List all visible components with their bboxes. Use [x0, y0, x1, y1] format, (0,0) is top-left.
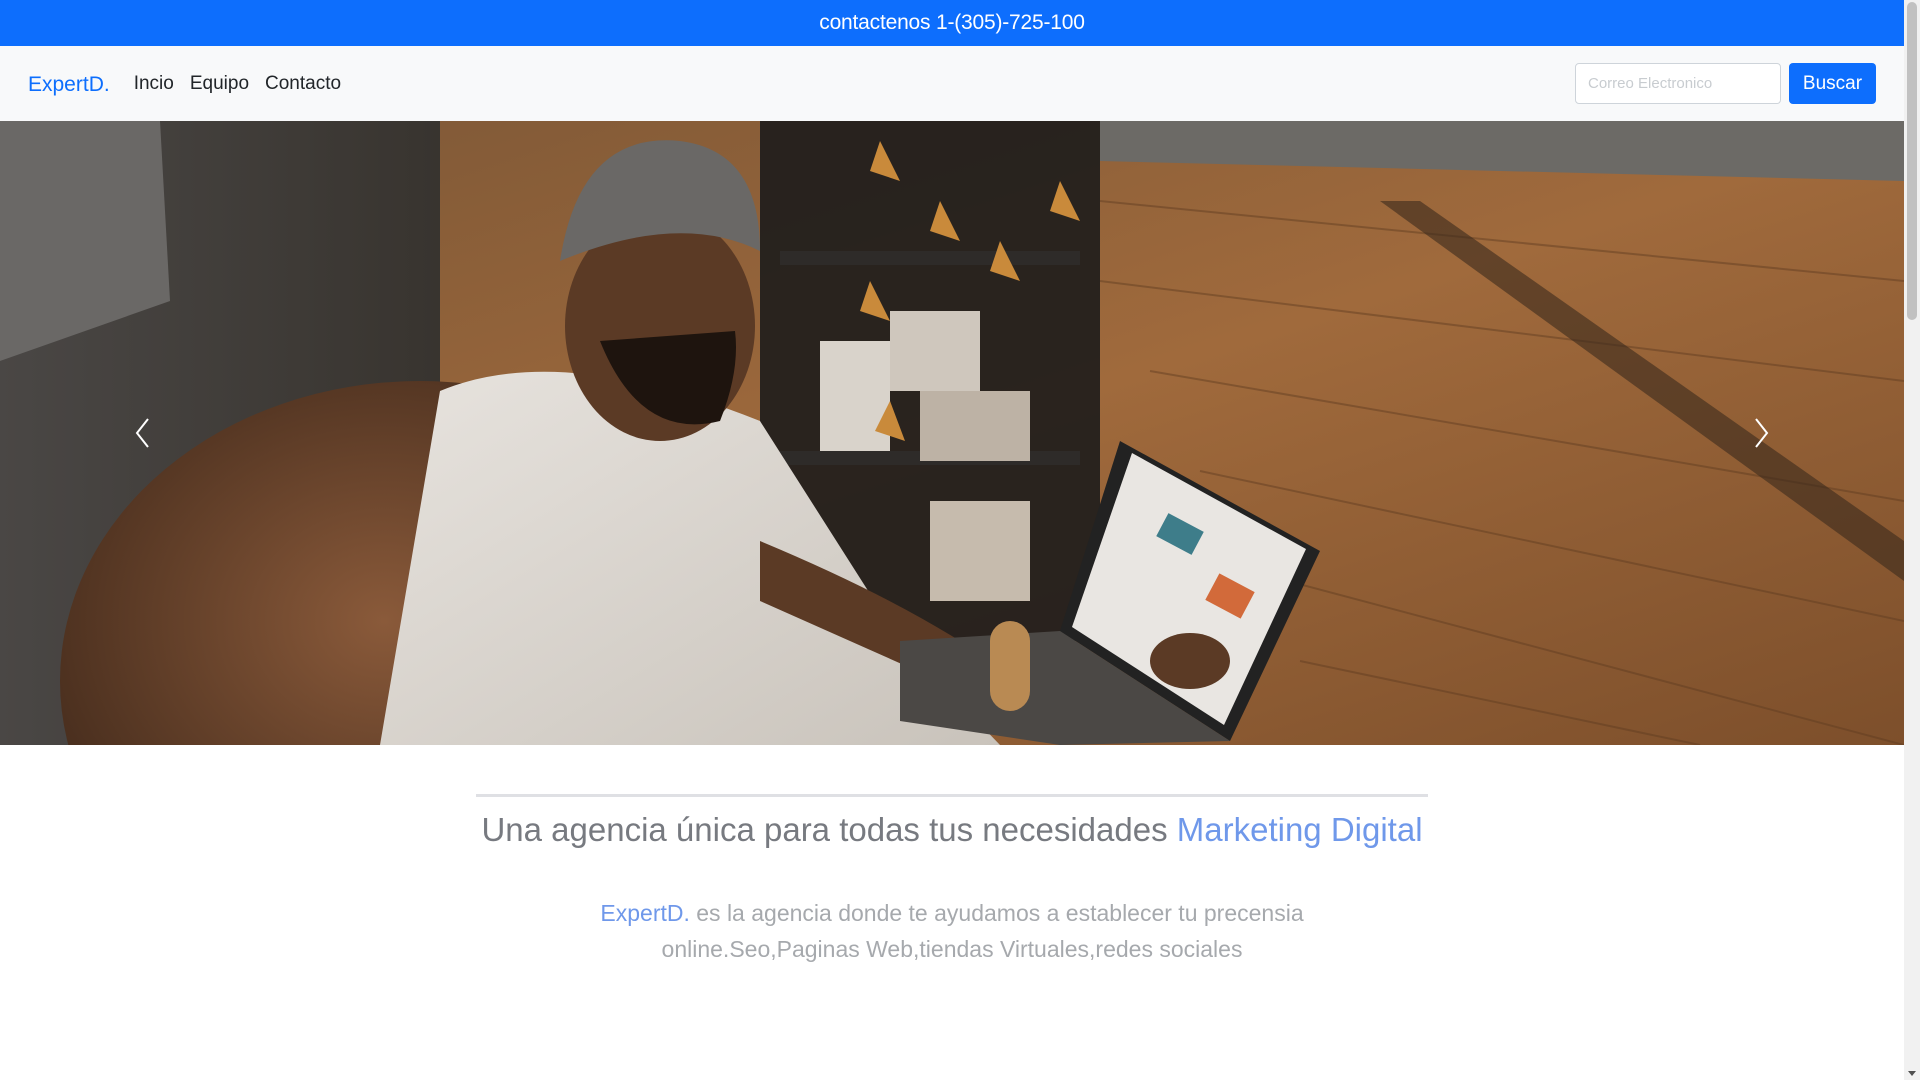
email-search-input[interactable] [1575, 63, 1781, 104]
nav-link-equipo[interactable]: Equipo [190, 73, 249, 95]
page-scrollbar[interactable] [1904, 0, 1920, 1080]
intro-text: es la agencia donde te ayudamos a establ… [661, 900, 1304, 962]
intro-brand: ExpertD. [600, 900, 690, 926]
navbar: ExpertD. Incio Equipo Contacto Buscar [0, 46, 1904, 121]
carousel-prev-button[interactable] [0, 121, 286, 745]
nav-link-inicio[interactable]: Incio [134, 73, 174, 95]
headline-accent: Marketing Digital [1176, 811, 1423, 848]
brand-logo[interactable]: ExpertD. [28, 73, 110, 97]
contact-text: contactenos 1-(305)-725-100 [819, 11, 1085, 34]
intro-paragraph: ExpertD. es la agencia donde te ayudamos… [542, 895, 1362, 967]
contact-topbar: contactenos 1-(305)-725-100 [0, 0, 1904, 46]
scroll-down-arrow-icon[interactable] [1908, 1071, 1916, 1076]
scrollbar-thumb[interactable] [1907, 2, 1917, 320]
chevron-left-icon [135, 418, 149, 448]
hero-carousel [0, 121, 1904, 745]
page: contactenos 1-(305)-725-100 ExpertD. Inc… [0, 0, 1904, 1080]
nav-link-contacto[interactable]: Contacto [265, 73, 341, 95]
search-button[interactable]: Buscar [1789, 63, 1876, 104]
chevron-right-icon [1755, 418, 1769, 448]
section-divider [476, 794, 1428, 797]
headline-main: Una agencia única para todas tus necesid… [481, 811, 1177, 848]
carousel-next-button[interactable] [1618, 121, 1904, 745]
hero-headline: Una agencia única para todas tus necesid… [476, 811, 1428, 849]
